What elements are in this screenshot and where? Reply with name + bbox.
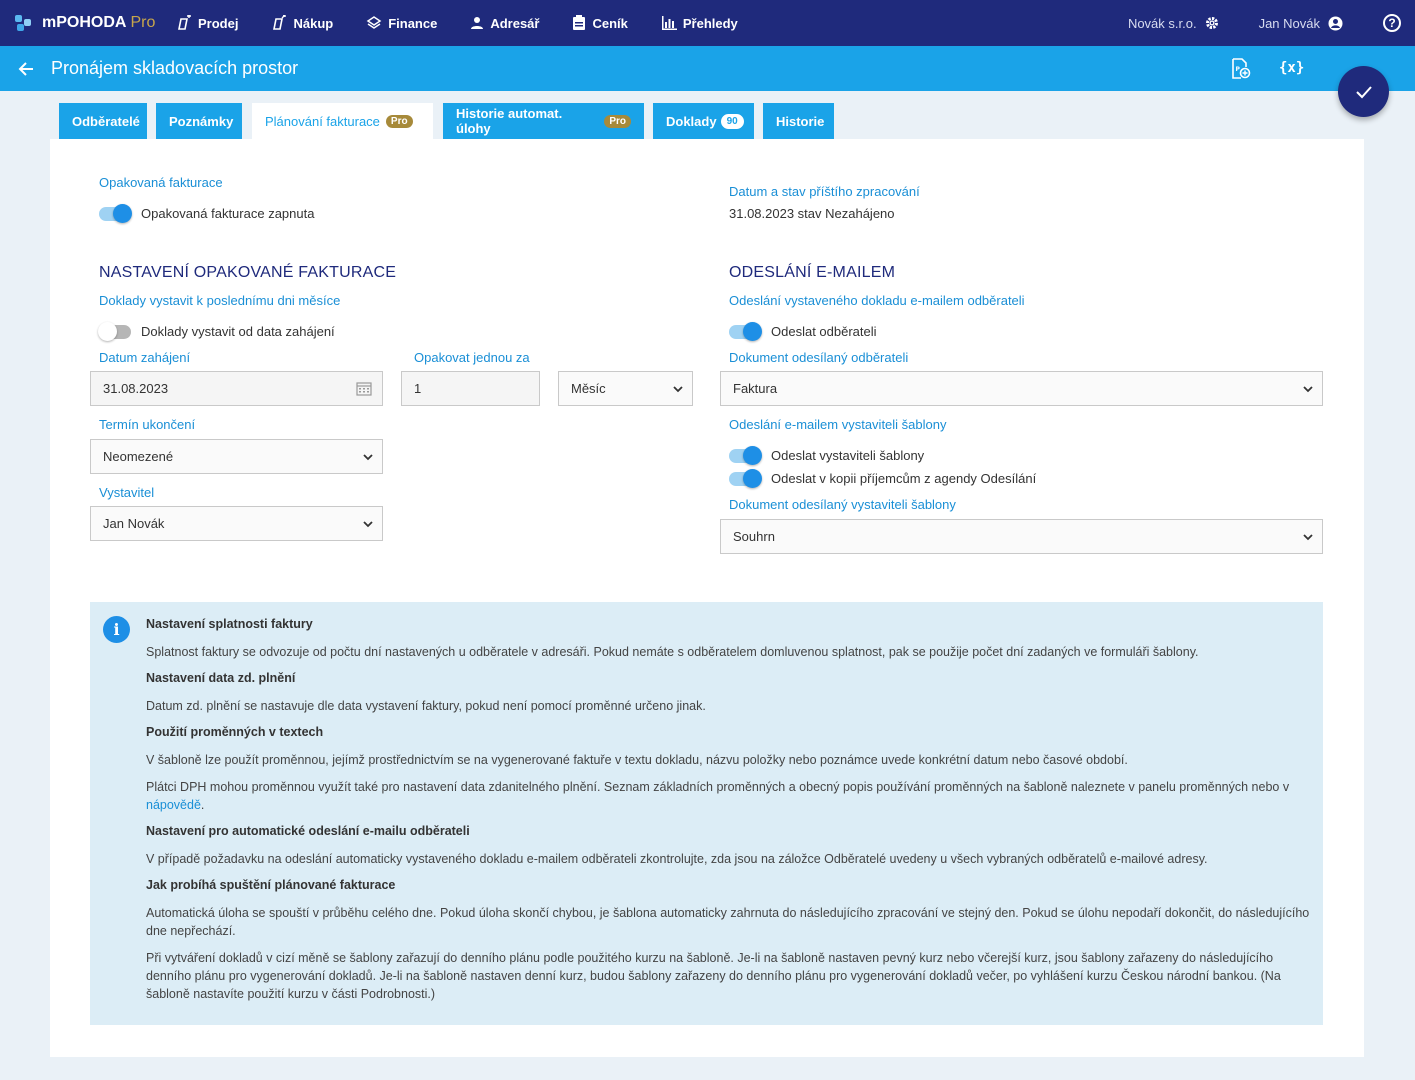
user-menu[interactable]: Jan Novák [1259,16,1343,31]
page-title: Pronájem skladovacích prostor [51,58,299,78]
start-date-toggle[interactable] [98,322,131,341]
bar-chart-icon [661,16,677,30]
pro-badge: Pro [385,114,413,128]
svg-text:P: P [1236,66,1241,73]
top-right-area: Novák s.r.o. Jan Novák ? [1128,14,1415,32]
nav-cenik[interactable]: Ceník [572,15,628,31]
nav-prodej[interactable]: Prodej [176,15,238,31]
coins-icon [366,16,382,29]
recurring-invoicing-toggle[interactable] [99,204,132,223]
info-heading-auto-email: Nastavení pro automatické odeslání e-mai… [146,824,470,838]
info-text-auto-email: V případě požadavku na odeslání automati… [146,852,1208,866]
send-issuer-toggle-label: Odeslat vystaviteli šablony [771,448,925,463]
nav-nakup[interactable]: Nákup [271,15,333,31]
email-sending-heading: ODESLÁNÍ E-MAILEM [729,264,896,281]
issuer-document-select[interactable]: Souhrn [720,519,1323,554]
top-navigation: mPOHODA Pro Prodej Nákup Finance Adresář… [0,0,1415,46]
send-customer-toggle[interactable] [729,322,762,341]
user-avatar-icon [1328,16,1343,30]
repeat-label: Opakovat jednou za [414,350,530,365]
nav-adresar[interactable]: Adresář [470,16,539,31]
invoice-out-icon [178,15,191,30]
title-bar: Pronájem skladovacích prostor P {x} [0,46,1415,91]
help-link[interactable]: nápovědě [146,798,201,812]
next-processing-value: 31.08.2023 stav Nezahájeno [729,206,895,221]
nav-prehledy[interactable]: Přehledy [661,16,738,31]
info-text-variables-vat: Plátci DPH mohou proměnnou využít také p… [146,780,1290,812]
chevron-down-icon [1303,534,1313,541]
info-heading-run: Jak probíhá spuštění plánované fakturace [146,878,396,892]
chevron-down-icon [1303,386,1313,393]
pro-badge: Pro [604,114,631,128]
count-badge: 90 [720,113,744,129]
start-date-toggle-label: Doklady vystavit od data zahájení [141,324,335,339]
info-text-currency: Při vytváření dokladů v cizí měně se šab… [146,951,1281,1001]
send-copy-toggle[interactable] [729,469,762,488]
price-list-icon [573,15,586,30]
help-icon[interactable]: ? [1383,14,1401,32]
chevron-down-icon [363,521,373,528]
end-term-select[interactable]: Neomezené [90,439,383,474]
issuer-document-label: Dokument odesílaný vystaviteli šablony [729,497,956,512]
last-day-label: Doklady vystavit k poslednímu dni měsíce [99,293,341,308]
document-add-icon[interactable]: P [1231,58,1251,80]
recurring-settings-heading: NASTAVENÍ OPAKOVANÉ FAKTURACE [99,264,397,281]
issuer-select[interactable]: Jan Novák [90,506,383,541]
chevron-down-icon [363,454,373,461]
invoice-in-icon [273,15,287,30]
end-term-label: Termín ukončení [99,417,196,432]
tab-historie-automat-ulohy[interactable]: Historie automat. úlohy Pro [443,103,644,139]
customer-document-label: Dokument odesílaný odběrateli [729,350,909,365]
info-text-due: Splatnost faktury se odvozuje od počtu d… [146,645,1199,659]
customer-document-select[interactable]: Faktura [720,371,1323,406]
app-name: mPOHODA [42,14,127,31]
nav-finance[interactable]: Finance [366,15,437,31]
next-processing-label: Datum a stav příštího zpracování [729,184,920,199]
send-customer-toggle-label: Odeslat odběrateli [771,324,877,339]
tab-planovani-fakturace[interactable]: Plánování fakturace Pro [252,103,433,139]
tab-historie[interactable]: Historie [763,103,834,139]
tab-doklady[interactable]: Doklady 90 [653,103,754,139]
checkmark-icon [1355,85,1372,98]
confirm-button[interactable] [1338,66,1389,117]
app-logo-icon [15,15,31,31]
gear-icon [1205,17,1218,29]
repeat-count-input[interactable]: 1 [401,371,540,406]
company-selector[interactable]: Novák s.r.o. [1128,16,1219,31]
calendar-icon[interactable] [356,381,372,396]
info-text-tax-date: Datum zd. plnění se nastavuje dle data v… [146,699,706,713]
send-copy-toggle-label: Odeslat v kopii příjemcům z agendy Odesí… [771,471,1037,486]
info-heading-variables: Použití proměnných v textech [146,725,324,739]
back-arrow-icon[interactable] [16,59,36,79]
issuer-label: Vystavitel [99,485,155,500]
recurring-invoicing-toggle-label: Opakovaná fakturace zapnuta [141,206,315,221]
send-issuer-label: Odeslání e-mailem vystaviteli šablony [729,417,947,432]
brand[interactable]: mPOHODA Pro [14,13,176,33]
app-edition: Pro [130,14,156,31]
recurring-invoicing-label: Opakovaná fakturace [99,175,223,190]
tab-odberatele[interactable]: Odběratelé [59,103,147,139]
send-customer-label: Odeslání vystaveného dokladu e-mailem od… [729,293,1025,308]
variables-icon[interactable]: {x} [1279,60,1304,76]
start-date-label: Datum zahájení [99,350,191,365]
tab-poznamky[interactable]: Poznámky [156,103,242,139]
repeat-unit-select[interactable]: Měsíc [558,371,693,406]
info-heading-tax-date: Nastavení data zd. plnění [146,671,296,685]
info-icon: i [103,616,130,643]
info-text-variables: V šabloně lze použít proměnnou, jejímž p… [146,753,1128,767]
send-issuer-toggle[interactable] [729,446,762,465]
start-date-input[interactable]: 31.08.2023 [90,371,383,406]
info-heading-due: Nastavení splatnosti faktury [146,617,313,631]
chevron-down-icon [673,386,683,393]
person-icon [471,17,484,29]
info-text-run: Automatická úloha se spouští v průběhu c… [146,906,1310,938]
